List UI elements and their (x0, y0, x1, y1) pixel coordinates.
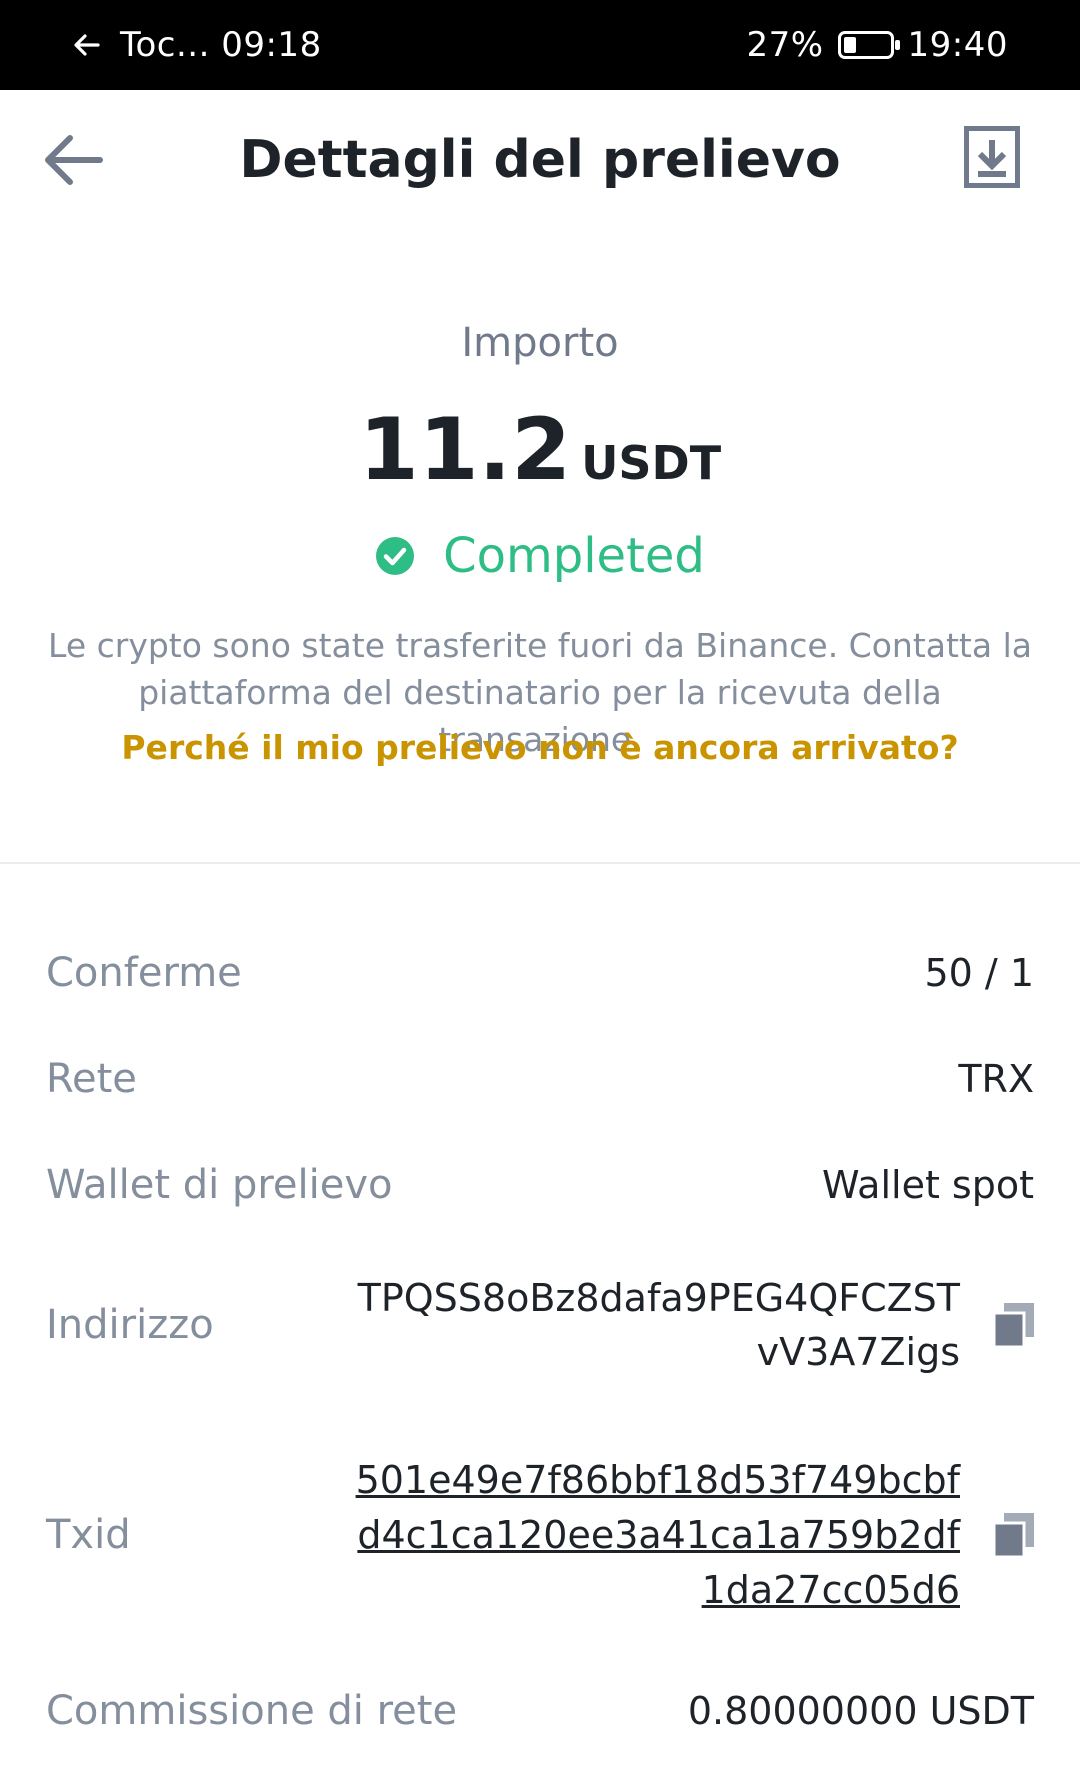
clock: 19:40 (907, 25, 1008, 65)
battery-fill (843, 37, 856, 53)
address-block: TPQSS8oBz8dafa9PEG4QFCZST vV3A7Zigs (358, 1271, 1034, 1379)
detail-row-network: Rete TRX (46, 1056, 1034, 1102)
network-label: Rete (46, 1056, 137, 1102)
detail-row-fee: Commissione di rete 0.80000000 USDT (46, 1688, 1034, 1734)
fee-value: 0.80000000 USDT (687, 1689, 1034, 1733)
address-label: Indirizzo (46, 1302, 214, 1348)
battery-icon (837, 31, 900, 59)
help-link[interactable]: Perché il mio prelievo non è ancora arri… (0, 728, 1080, 767)
txid-link[interactable]: 501e49e7f86bbf18d53f749bcbf d4c1ca120ee3… (356, 1453, 960, 1618)
status-bar-right: 27% 19:40 (746, 0, 1008, 90)
address-value: TPQSS8oBz8dafa9PEG4QFCZST vV3A7Zigs (358, 1271, 960, 1379)
confirmations-label: Conferme (46, 950, 242, 996)
wallet-value: Wallet spot (822, 1163, 1034, 1207)
status-text: Completed (443, 528, 705, 584)
detail-row-confirmations: Conferme 50 / 1 (46, 950, 1034, 996)
page-title: Dettagli del prelievo (239, 130, 841, 190)
wallet-label: Wallet di prelievo (46, 1162, 393, 1208)
amount: 11.2 USDT (0, 400, 1080, 500)
txid-line-2[interactable]: d4c1ca120ee3a41ca1a759b2df (356, 1508, 960, 1563)
detail-row-txid: Txid 501e49e7f86bbf18d53f749bcbf d4c1ca1… (46, 1452, 1034, 1618)
amount-value: 11.2 (358, 400, 572, 500)
txid-block: 501e49e7f86bbf18d53f749bcbf d4c1ca120ee3… (356, 1453, 1034, 1618)
status-bar-app-time: Toc... 09:18 (120, 25, 322, 65)
address-line-2: vV3A7Zigs (756, 1330, 960, 1374)
status-bar: Toc... 09:18 27% 19:40 (0, 0, 1080, 90)
copy-address-icon[interactable] (994, 1303, 1034, 1347)
detail-row-address: Indirizzo TPQSS8oBz8dafa9PEG4QFCZST vV3A… (46, 1270, 1034, 1380)
app-header: Dettagli del prelievo (0, 90, 1080, 230)
fee-label: Commissione di rete (46, 1688, 458, 1734)
network-value: TRX (958, 1057, 1034, 1101)
status-bar-left: Toc... 09:18 (72, 0, 322, 90)
confirmations-value: 50 / 1 (924, 951, 1035, 995)
battery-percent: 27% (746, 25, 824, 65)
address-line-1: TPQSS8oBz8dafa9PEG4QFCZST (357, 1276, 960, 1320)
status-badge: Completed (0, 528, 1080, 584)
divider (0, 862, 1080, 864)
amount-label: Importo (461, 320, 619, 366)
txid-line-3[interactable]: 1da27cc05d6 (356, 1563, 960, 1618)
copy-txid-icon[interactable] (994, 1513, 1034, 1557)
back-to-app-icon[interactable] (72, 30, 102, 60)
amount-currency: USDT (581, 436, 722, 490)
txid-label: Txid (46, 1512, 131, 1558)
check-circle-icon (376, 537, 415, 575)
download-receipt-icon[interactable] (964, 126, 1020, 188)
detail-row-wallet: Wallet di prelievo Wallet spot (46, 1162, 1034, 1208)
txid-line-1[interactable]: 501e49e7f86bbf18d53f749bcbf (356, 1453, 960, 1508)
